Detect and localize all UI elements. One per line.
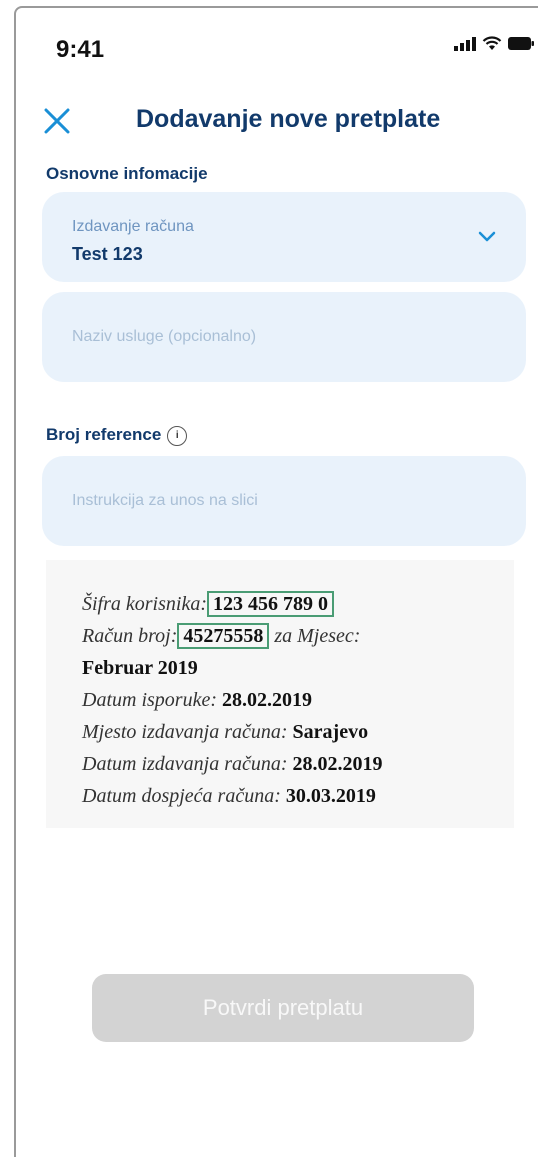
month-label: za Mjesec: bbox=[274, 625, 361, 647]
issue-date-line: Datum izdavanja računa: 28.02.2019 bbox=[82, 748, 383, 780]
service-name-field bbox=[42, 292, 526, 382]
invoice-number-highlight: 45275558 bbox=[177, 623, 270, 649]
section-title-basic-info: Osnovne infomacije bbox=[46, 164, 208, 183]
status-bar: 9:41 bbox=[16, 8, 538, 88]
confirm-subscription-button[interactable]: Potvrdi pretplatu bbox=[92, 974, 474, 1042]
issuer-dropdown[interactable]: Izdavanje računa Test 123 bbox=[42, 192, 526, 282]
issue-place-label: Mjesto izdavanja računa: bbox=[82, 721, 288, 743]
chevron-down-icon bbox=[478, 231, 496, 242]
battery-icon bbox=[508, 37, 534, 50]
issue-date-value: 28.02.2019 bbox=[292, 753, 383, 775]
instruction-image: Šifra korisnika: 123 456 789 0 Račun broj… bbox=[46, 560, 514, 828]
customer-code-highlight: 123 456 789 0 bbox=[207, 591, 334, 617]
signal-icon bbox=[454, 36, 476, 51]
header: Dodavanje nove pretplate bbox=[16, 98, 538, 148]
reference-number-input[interactable] bbox=[42, 456, 526, 546]
invoice-number-label: Račun broj: bbox=[82, 625, 178, 647]
reference-number-field bbox=[42, 456, 526, 546]
month-value: Februar 2019 bbox=[82, 657, 198, 679]
issue-date-label: Datum izdavanja računa: bbox=[82, 753, 288, 775]
month-line: Februar 2019 bbox=[82, 652, 383, 684]
status-icons bbox=[454, 36, 534, 51]
issuer-value: Test 123 bbox=[72, 244, 143, 264]
issuer-label: Izdavanje računa bbox=[72, 218, 194, 235]
invoice-sample: Šifra korisnika: 123 456 789 0 Račun broj… bbox=[82, 588, 383, 812]
due-date-label: Datum dospjeća računa: bbox=[82, 785, 281, 807]
issue-place-value: Sarajevo bbox=[292, 721, 369, 743]
due-date-value: 30.03.2019 bbox=[285, 785, 376, 807]
page-title: Dodavanje nove pretplate bbox=[136, 105, 441, 133]
phone-screen: 9:41 Dodavanje nove pretplate Osnovne in… bbox=[14, 6, 538, 1157]
delivery-date-label: Datum isporuke: bbox=[82, 689, 217, 711]
section-title-reference: Broj reference i bbox=[46, 425, 188, 446]
wifi-icon bbox=[482, 36, 502, 50]
issue-place-line: Mjesto izdavanja računa: Sarajevo bbox=[82, 716, 383, 748]
invoice-number-line: Račun broj: 45275558 za Mjesec: bbox=[82, 620, 383, 652]
close-icon[interactable] bbox=[40, 104, 74, 138]
status-time: 9:41 bbox=[56, 36, 105, 63]
reference-label: Broj reference bbox=[46, 425, 162, 444]
delivery-date-value: 28.02.2019 bbox=[221, 689, 312, 711]
customer-code-label: Šifra korisnika: bbox=[82, 593, 207, 615]
due-date-line: Datum dospjeća računa: 30.03.2019 bbox=[82, 780, 383, 812]
info-icon[interactable]: i bbox=[167, 425, 188, 446]
customer-code-line: Šifra korisnika: 123 456 789 0 bbox=[82, 588, 383, 620]
service-name-input[interactable] bbox=[42, 292, 526, 382]
delivery-date-line: Datum isporuke: 28.02.2019 bbox=[82, 684, 383, 716]
